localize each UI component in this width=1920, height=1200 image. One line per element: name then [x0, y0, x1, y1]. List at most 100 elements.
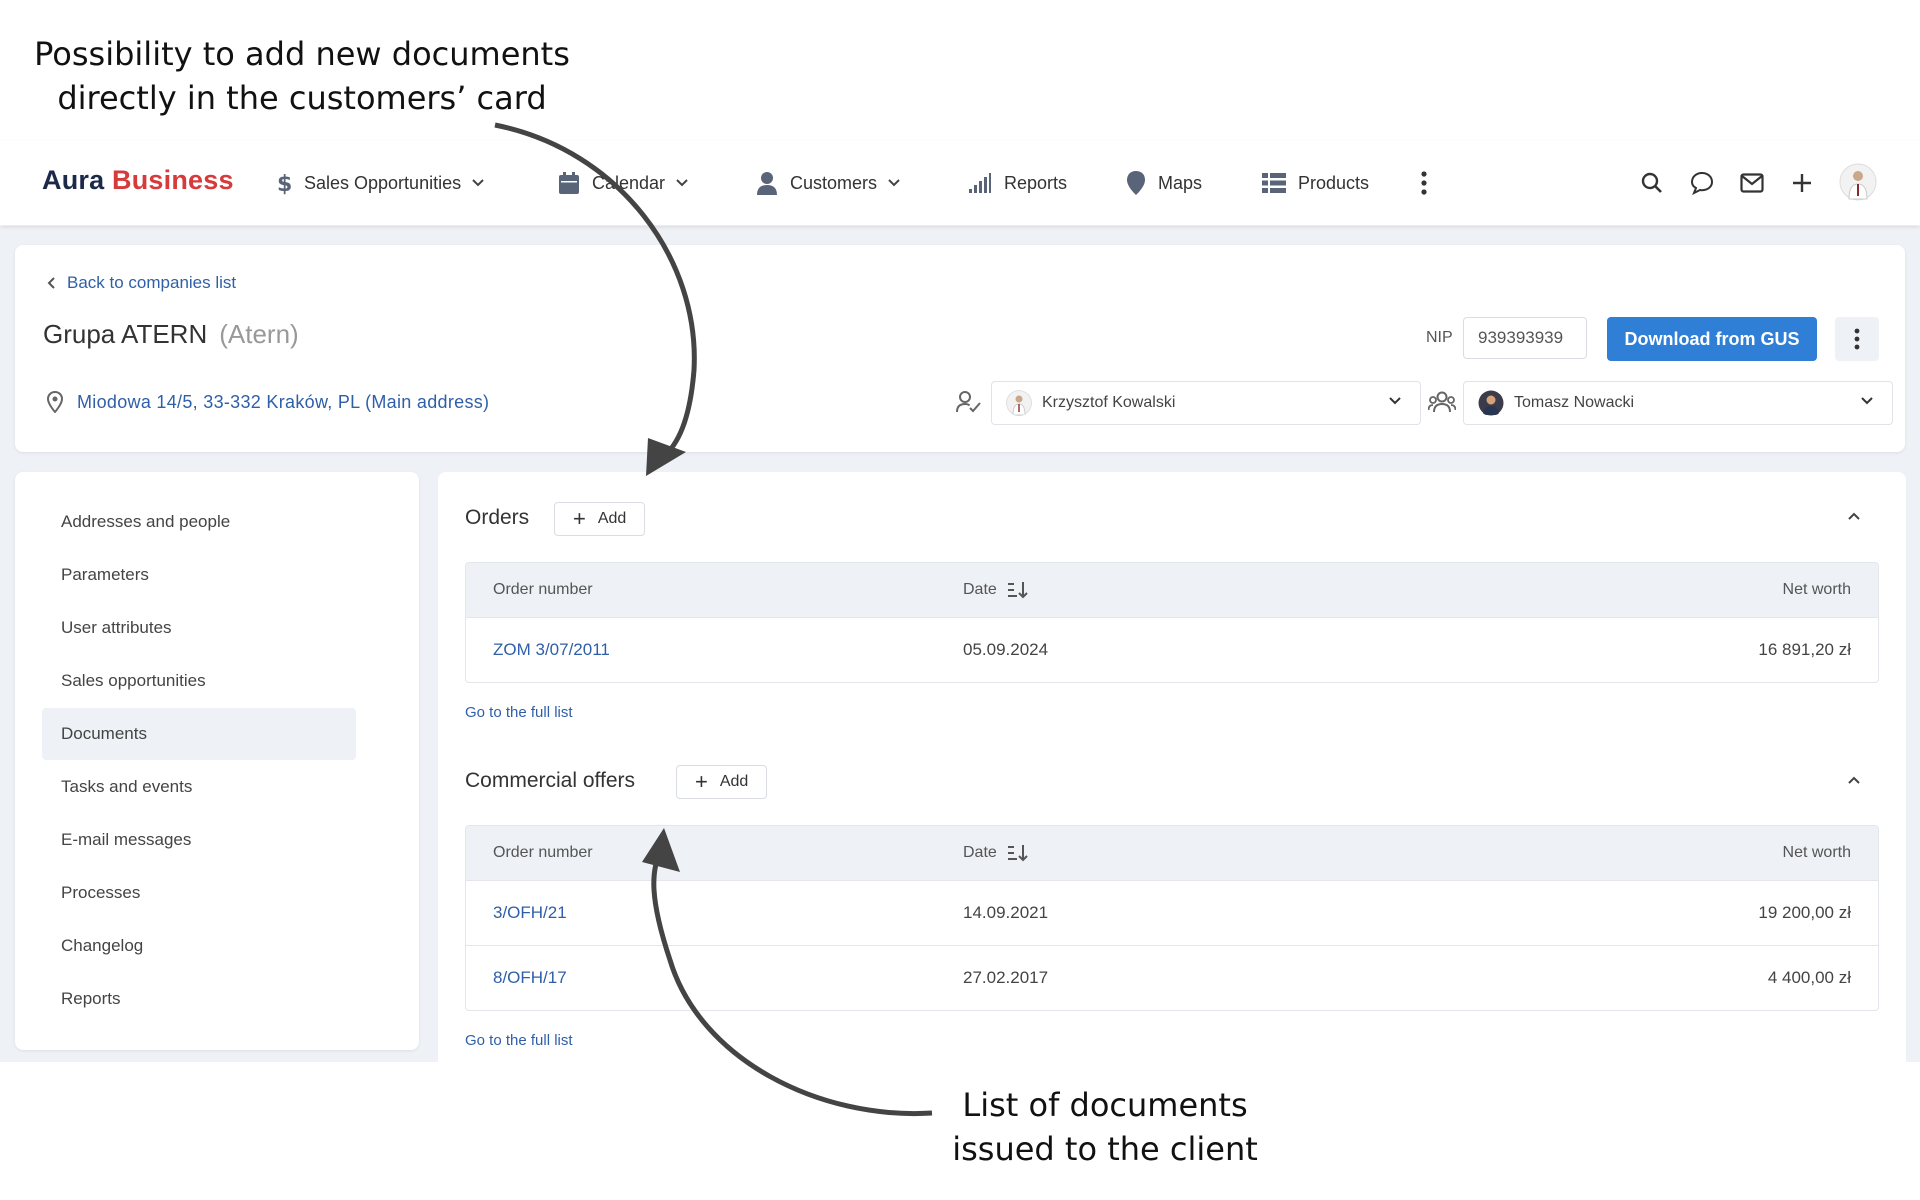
column-net-worth[interactable]: Net worth — [1783, 826, 1851, 880]
sidebar-item-email-messages[interactable]: E-mail messages — [42, 814, 356, 866]
search-button[interactable] — [1634, 165, 1670, 201]
logo-part1: Aura — [42, 165, 105, 195]
documents-panel: Orders + Add Order number Date Net worth… — [438, 472, 1906, 1072]
plus-icon: + — [695, 769, 708, 794]
mail-icon — [1740, 173, 1764, 193]
chat-icon — [1690, 171, 1714, 195]
sidebar-item-processes[interactable]: Processes — [42, 867, 356, 919]
offer-number-link[interactable]: 3/OFH/21 — [493, 881, 567, 945]
nip-label: NIP — [1426, 329, 1453, 346]
list-icon — [1262, 173, 1286, 193]
order-net-worth: 16 891,20 zł — [1758, 640, 1851, 659]
mail-button[interactable] — [1734, 165, 1770, 201]
nav-reports[interactable]: Reports — [968, 167, 1067, 199]
orders-title: Orders — [465, 506, 530, 529]
sidebar: Addresses and people Parameters User att… — [15, 472, 419, 1050]
add-offer-label: Add — [719, 773, 749, 790]
nav-calendar[interactable]: Calendar — [558, 167, 689, 199]
plus-icon: + — [573, 506, 586, 531]
annotation-top: Possibility to add new documents directl… — [0, 32, 604, 120]
nav-customers[interactable]: Customers — [756, 167, 901, 199]
user-avatar[interactable] — [1838, 162, 1878, 202]
column-date[interactable]: Date — [963, 563, 1029, 617]
owner-avatar — [1006, 390, 1032, 416]
nav-sales-opportunities-label: Sales Opportunities — [304, 172, 462, 193]
sidebar-item-documents[interactable]: Documents — [42, 708, 356, 760]
nav-products[interactable]: Products — [1262, 167, 1369, 199]
sidebar-item-addresses[interactable]: Addresses and people — [42, 496, 356, 548]
order-date: 05.09.2024 — [963, 640, 1049, 659]
company-name: Grupa ATERN (Atern) — [43, 319, 299, 350]
table-row: 3/OFH/21 14.09.2021 19 200,00 zł — [466, 880, 1878, 945]
sidebar-item-sales-opportunities[interactable]: Sales opportunities — [42, 655, 356, 707]
plus-icon — [1793, 174, 1811, 192]
top-navigation: Aura Business $ Sales Opportunities Cale… — [0, 141, 1920, 225]
header-more-button[interactable] — [1835, 317, 1879, 361]
add-order-button[interactable]: + Add — [554, 502, 646, 536]
sidebar-item-changelog[interactable]: Changelog — [42, 920, 356, 972]
nav-sales-opportunities[interactable]: $ Sales Opportunities — [276, 167, 485, 199]
sidebar-item-reports[interactable]: Reports — [42, 973, 356, 1025]
column-date-label: Date — [963, 581, 997, 598]
team-member-select[interactable]: Tomasz Nowacki — [1463, 381, 1893, 425]
chevron-down-icon — [1389, 397, 1401, 405]
orders-full-list-link[interactable]: Go to the full list — [465, 704, 573, 721]
nav-maps[interactable]: Maps — [1126, 167, 1202, 199]
logo-part2: Business — [112, 165, 234, 195]
add-order-label: Add — [597, 510, 627, 527]
offers-table: Order number Date Net worth 3/OFH/21 14.… — [465, 825, 1879, 1011]
dollar-icon: $ — [277, 172, 292, 195]
sort-descending-icon — [1007, 582, 1028, 599]
sort-descending-icon — [1007, 845, 1028, 862]
column-date-label: Date — [963, 844, 997, 861]
add-new-button[interactable] — [1784, 165, 1820, 201]
nav-products-label: Products — [1298, 172, 1370, 193]
annotation-top-line2: directly in the customers’ card — [57, 79, 547, 117]
column-order-number[interactable]: Order number — [493, 826, 593, 880]
column-net-worth[interactable]: Net worth — [1783, 563, 1851, 617]
download-from-gus-button[interactable]: Download from GUS — [1607, 317, 1817, 361]
company-name-text: Grupa ATERN — [43, 319, 208, 349]
nav-reports-label: Reports — [1004, 172, 1068, 193]
table-row: 8/OFH/17 27.02.2017 4 400,00 zł — [466, 945, 1878, 1010]
vertical-dots-icon — [1854, 328, 1860, 350]
location-pin-icon — [47, 391, 63, 413]
owner-name: Krzysztof Kowalski — [1042, 394, 1176, 411]
nip-input[interactable] — [1463, 317, 1587, 359]
sidebar-item-tasks-events[interactable]: Tasks and events — [42, 761, 356, 813]
more-menu-button[interactable] — [1406, 165, 1442, 201]
collapse-orders-button[interactable] — [1846, 510, 1862, 522]
team-member-name: Tomasz Nowacki — [1514, 394, 1635, 411]
offer-date: 27.02.2017 — [963, 968, 1049, 987]
collapse-offers-button[interactable] — [1846, 774, 1862, 786]
offers-full-list-link[interactable]: Go to the full list — [465, 1032, 573, 1049]
bar-chart-icon — [969, 173, 991, 193]
sidebar-item-user-attributes[interactable]: User attributes — [42, 602, 356, 654]
owner-icon — [956, 391, 981, 413]
team-member-avatar — [1478, 390, 1504, 416]
annotation-bottom: List of documents issued to the client — [900, 1083, 1310, 1171]
column-order-number[interactable]: Order number — [493, 563, 593, 617]
chat-button[interactable] — [1684, 165, 1720, 201]
logo[interactable]: Aura Business — [42, 165, 234, 196]
address-text: Miodowa 14/5, 33-332 Kraków, PL (Main ad… — [77, 391, 490, 412]
owner-select[interactable]: Krzysztof Kowalski — [991, 381, 1421, 425]
offer-number-link[interactable]: 8/OFH/17 — [493, 946, 567, 1010]
annotation-top-line1: Possibility to add new documents — [34, 35, 570, 73]
company-address[interactable]: Miodowa 14/5, 33-332 Kraków, PL (Main ad… — [47, 391, 489, 413]
search-icon — [1641, 172, 1662, 193]
annotation-bottom-line2: issued to the client — [952, 1130, 1258, 1168]
map-pin-icon — [1127, 171, 1145, 195]
sidebar-item-parameters[interactable]: Parameters — [42, 549, 356, 601]
offer-net-worth: 4 400,00 zł — [1767, 968, 1851, 987]
svg-text:$: $ — [277, 172, 292, 195]
nav-maps-label: Maps — [1158, 172, 1203, 193]
orders-table-header: Order number Date Net worth — [466, 563, 1878, 617]
offer-net-worth: 19 200,00 zł — [1758, 903, 1851, 922]
order-number-link[interactable]: ZOM 3/07/2011 — [493, 618, 610, 682]
add-offer-button[interactable]: + Add — [676, 765, 768, 799]
company-short-name: (Atern) — [219, 319, 299, 349]
back-to-companies-link[interactable]: Back to companies list — [47, 273, 236, 293]
column-date[interactable]: Date — [963, 826, 1029, 880]
offers-table-header: Order number Date Net worth — [466, 826, 1878, 880]
